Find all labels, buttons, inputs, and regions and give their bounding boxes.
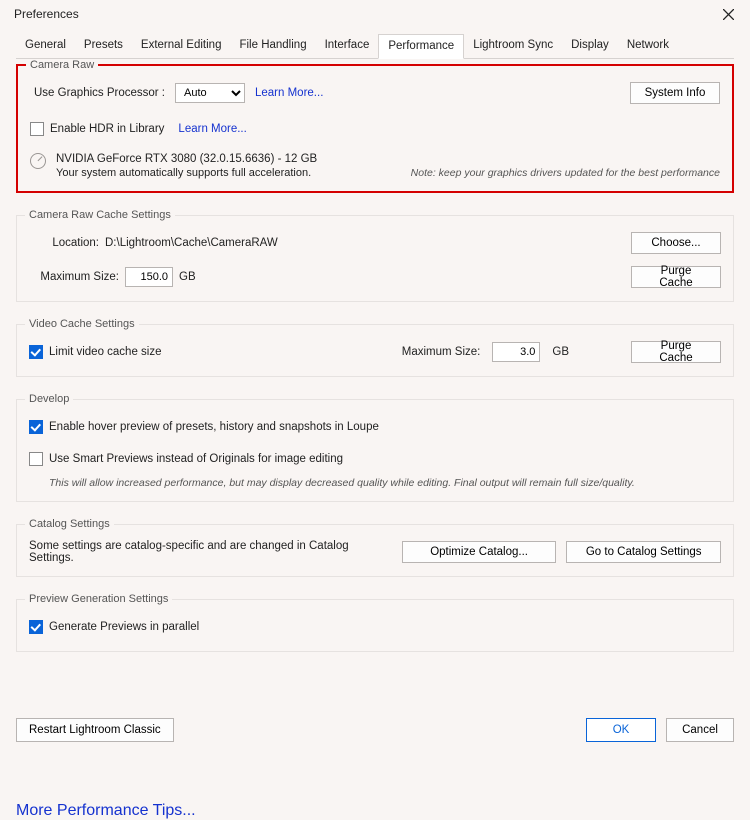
go-to-catalog-button[interactable]: Go to Catalog Settings bbox=[566, 541, 721, 563]
group-catalog: Catalog Settings Some settings are catal… bbox=[16, 518, 734, 577]
tab-file-handling[interactable]: File Handling bbox=[230, 34, 315, 58]
video-max-input[interactable] bbox=[492, 342, 540, 362]
hover-preview-label: Enable hover preview of presets, history… bbox=[49, 421, 379, 433]
cache-location-value: D:\Lightroom\Cache\CameraRAW bbox=[105, 237, 278, 249]
gpu-select[interactable]: Auto bbox=[175, 83, 245, 103]
tab-network[interactable]: Network bbox=[618, 34, 678, 58]
gauge-icon bbox=[30, 153, 46, 169]
tab-lightroom-sync[interactable]: Lightroom Sync bbox=[464, 34, 562, 58]
group-title-video: Video Cache Settings bbox=[25, 318, 139, 330]
group-camera-raw: Camera Raw Use Graphics Processor : Auto… bbox=[16, 59, 734, 193]
video-max-unit: GB bbox=[552, 346, 569, 358]
limit-video-label: Limit video cache size bbox=[49, 346, 162, 358]
parallel-previews-checkbox[interactable] bbox=[29, 620, 43, 634]
enable-hdr-label: Enable HDR in Library bbox=[50, 123, 164, 135]
gpu-support-note: Your system automatically supports full … bbox=[56, 167, 311, 179]
gpu-name: NVIDIA GeForce RTX 3080 (32.0.15.6636) -… bbox=[56, 153, 720, 165]
group-video-cache: Video Cache Settings Limit video cache s… bbox=[16, 318, 734, 377]
system-info-button[interactable]: System Info bbox=[630, 82, 720, 104]
tab-display[interactable]: Display bbox=[562, 34, 618, 58]
driver-note: Note: keep your graphics drivers updated… bbox=[411, 167, 720, 179]
optimize-catalog-button[interactable]: Optimize Catalog... bbox=[402, 541, 557, 563]
parallel-previews-label: Generate Previews in parallel bbox=[49, 621, 199, 633]
restart-button[interactable]: Restart Lightroom Classic bbox=[16, 718, 174, 742]
choose-cache-button[interactable]: Choose... bbox=[631, 232, 721, 254]
group-title-cache: Camera Raw Cache Settings bbox=[25, 209, 175, 221]
group-preview: Preview Generation Settings Generate Pre… bbox=[16, 593, 734, 652]
group-title-catalog: Catalog Settings bbox=[25, 518, 114, 530]
catalog-desc: Some settings are catalog-specific and a… bbox=[29, 540, 382, 564]
tab-external-editing[interactable]: External Editing bbox=[132, 34, 231, 58]
purge-cache-button[interactable]: Purge Cache bbox=[631, 266, 721, 288]
group-develop: Develop Enable hover preview of presets,… bbox=[16, 393, 734, 502]
smart-previews-label: Use Smart Previews instead of Originals … bbox=[49, 453, 343, 465]
purge-video-cache-button[interactable]: Purge Cache bbox=[631, 341, 721, 363]
hover-preview-checkbox[interactable] bbox=[29, 420, 43, 434]
smart-previews-note: This will allow increased performance, b… bbox=[49, 477, 721, 489]
cancel-button[interactable]: Cancel bbox=[666, 718, 734, 742]
gpu-label: Use Graphics Processor : bbox=[30, 87, 165, 99]
video-max-label: Maximum Size: bbox=[402, 346, 481, 358]
enable-hdr-checkbox[interactable] bbox=[30, 122, 44, 136]
ok-button[interactable]: OK bbox=[586, 718, 656, 742]
smart-previews-checkbox[interactable] bbox=[29, 452, 43, 466]
titlebar: Preferences bbox=[0, 0, 750, 28]
group-title-develop: Develop bbox=[25, 393, 73, 405]
footer: Restart Lightroom Classic OK Cancel bbox=[0, 709, 750, 751]
tab-interface[interactable]: Interface bbox=[316, 34, 379, 58]
more-tips-link[interactable]: More Performance Tips... bbox=[16, 802, 196, 819]
cache-max-input[interactable] bbox=[125, 267, 173, 287]
group-title-preview: Preview Generation Settings bbox=[25, 593, 172, 605]
tab-bar: GeneralPresetsExternal EditingFile Handl… bbox=[16, 34, 734, 59]
cache-max-label: Maximum Size: bbox=[29, 271, 119, 283]
tab-presets[interactable]: Presets bbox=[75, 34, 132, 58]
group-cache: Camera Raw Cache Settings Location: D:\L… bbox=[16, 209, 734, 302]
cache-location-label: Location: bbox=[29, 237, 99, 249]
tab-general[interactable]: General bbox=[16, 34, 75, 58]
group-title-camera-raw: Camera Raw bbox=[26, 59, 98, 71]
cache-max-unit: GB bbox=[179, 271, 196, 283]
tab-performance[interactable]: Performance bbox=[378, 34, 464, 59]
limit-video-checkbox[interactable] bbox=[29, 345, 43, 359]
hdr-learn-more-link[interactable]: Learn More... bbox=[178, 123, 246, 135]
window-title: Preferences bbox=[14, 7, 79, 21]
close-icon[interactable] bbox=[716, 2, 740, 26]
gpu-learn-more-link[interactable]: Learn More... bbox=[255, 87, 323, 99]
